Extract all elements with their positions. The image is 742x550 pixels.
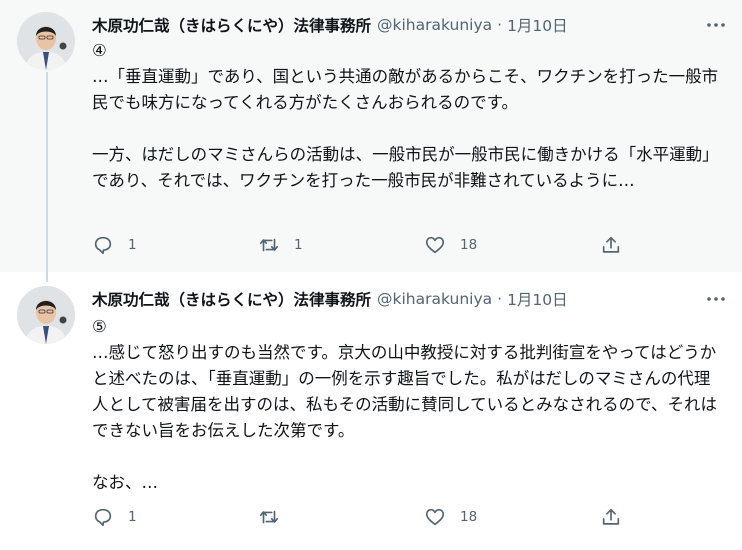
like-count: 18 xyxy=(460,509,478,525)
reply-icon xyxy=(94,508,112,527)
like-button[interactable]: 18 xyxy=(424,504,477,530)
tweet-actions: 1 1 18 xyxy=(92,232,632,258)
share-icon xyxy=(602,236,620,253)
tweet-header: 木原功仁哉（きはらくにや）法律事務所 @kiharakuniya · 1月10日 xyxy=(92,14,568,36)
like-count: 18 xyxy=(460,237,478,253)
reply-icon xyxy=(94,236,112,255)
retweet-count: 1 xyxy=(294,237,303,253)
author-name[interactable]: 木原功仁哉（きはらくにや）法律事務所 xyxy=(92,14,371,36)
share-button[interactable] xyxy=(600,504,622,530)
reply-count: 1 xyxy=(128,237,137,253)
retweet-icon xyxy=(259,238,279,252)
separator-dot: · xyxy=(497,16,503,34)
avatar-image xyxy=(17,286,75,344)
tweet-2[interactable]: 木原功仁哉（きはらくにや）法律事務所 @kiharakuniya · 1月10日… xyxy=(0,272,742,550)
retweet-icon xyxy=(259,510,279,524)
separator-dot: · xyxy=(497,290,503,308)
tweet-timestamp[interactable]: 1月10日 xyxy=(507,14,568,36)
tweet-header: 木原功仁哉（きはらくにや）法律事務所 @kiharakuniya · 1月10日 xyxy=(92,288,568,310)
avatar-image xyxy=(17,12,75,70)
author-name[interactable]: 木原功仁哉（きはらくにや）法律事務所 xyxy=(92,288,371,310)
tweet-timestamp[interactable]: 1月10日 xyxy=(507,288,568,310)
author-handle[interactable]: @kiharakuniya xyxy=(377,16,492,34)
heart-icon xyxy=(425,236,445,254)
heart-icon xyxy=(425,508,445,526)
thread-line xyxy=(46,272,48,282)
tweet-text: ④ …「垂直運動」であり、国という共通の敵があるからこそ、ワクチンを打った一般市… xyxy=(92,41,719,190)
author-handle[interactable]: @kiharakuniya xyxy=(377,290,492,308)
share-button[interactable] xyxy=(600,232,622,258)
retweet-button[interactable] xyxy=(258,504,294,530)
avatar[interactable] xyxy=(17,12,75,70)
avatar[interactable] xyxy=(17,286,75,344)
more-icon[interactable] xyxy=(704,288,728,310)
thread-line xyxy=(46,72,48,272)
like-button[interactable]: 18 xyxy=(424,232,477,258)
more-icon[interactable] xyxy=(704,14,728,36)
reply-button[interactable]: 1 xyxy=(92,232,137,258)
tweet-actions: 1 18 xyxy=(92,504,632,530)
reply-count: 1 xyxy=(128,509,137,525)
tweet-1[interactable]: 木原功仁哉（きはらくにや）法律事務所 @kiharakuniya · 1月10日… xyxy=(0,0,742,272)
share-icon xyxy=(602,508,620,525)
retweet-button[interactable]: 1 xyxy=(258,232,303,258)
tweet-text: ⑤ …感じて怒り出すのも当然です。京大の山中教授に対する批判街宣をやってはどうか… xyxy=(92,317,718,492)
reply-button[interactable]: 1 xyxy=(92,504,137,530)
